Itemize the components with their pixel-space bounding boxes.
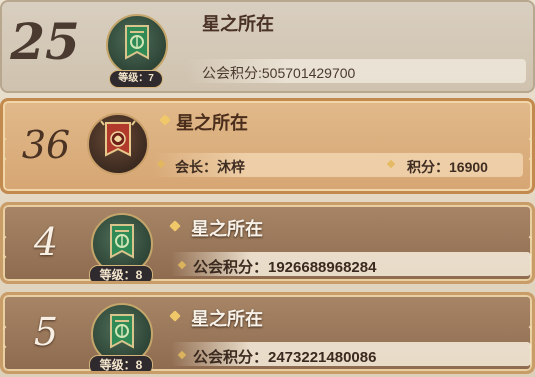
red-banner-icon: [100, 120, 136, 157]
guild-level-badge: 等级：8: [89, 355, 153, 371]
guild-score: 公会积分：1926688968284: [193, 259, 377, 276]
guild-level-badge: 等级：7: [109, 70, 163, 88]
guild-name: 星之所在: [191, 219, 263, 239]
guild-name: 星之所在: [191, 309, 263, 329]
guild-emblem: 等级：8: [85, 207, 155, 281]
guild-leader: 会长：沐梓: [175, 159, 245, 175]
guild-row-rank-4[interactable]: 4 等级：8 星之所在 公会积分：1926688968284: [0, 202, 535, 284]
guild-name: 星之所在: [202, 14, 274, 34]
guild-row-rank-5[interactable]: 5 等级：8 星之所在 公会积分：2473221480086: [0, 292, 535, 374]
guild-name: 星之所在: [176, 113, 248, 133]
rank-number: 5: [33, 310, 59, 354]
guild-row-rank-36-own[interactable]: 36 星之所在 会长：沐梓 积分：16900: [0, 98, 535, 194]
green-banner-icon: [125, 25, 149, 60]
sparkle-icon: [159, 114, 171, 126]
rank-number: 25: [10, 12, 80, 71]
guild-row-rank-25[interactable]: 25 等级：7 星之所在 公会积分:505701429700: [0, 0, 535, 93]
guild-ranking-list: 25 等级：7 星之所在 公会积分:505701429700 36 星之所在 会…: [0, 0, 535, 377]
sparkle-icon: [169, 310, 181, 322]
guild-level-badge: 等级：8: [89, 265, 153, 281]
guild-emblem: 等级：8: [85, 297, 155, 371]
guild-score: 公会积分:505701429700: [202, 65, 356, 81]
rank-number: 36: [21, 123, 71, 167]
guild-emblem: 等级：7: [100, 8, 170, 90]
guild-emblem: [81, 107, 151, 189]
emblem-badge: [106, 14, 168, 76]
guild-score: 积分：16900: [407, 159, 488, 175]
rank-number: 4: [33, 220, 59, 264]
guild-score: 公会积分：2473221480086: [193, 349, 377, 366]
sparkle-icon: [169, 220, 181, 232]
emblem-badge: [87, 113, 149, 175]
